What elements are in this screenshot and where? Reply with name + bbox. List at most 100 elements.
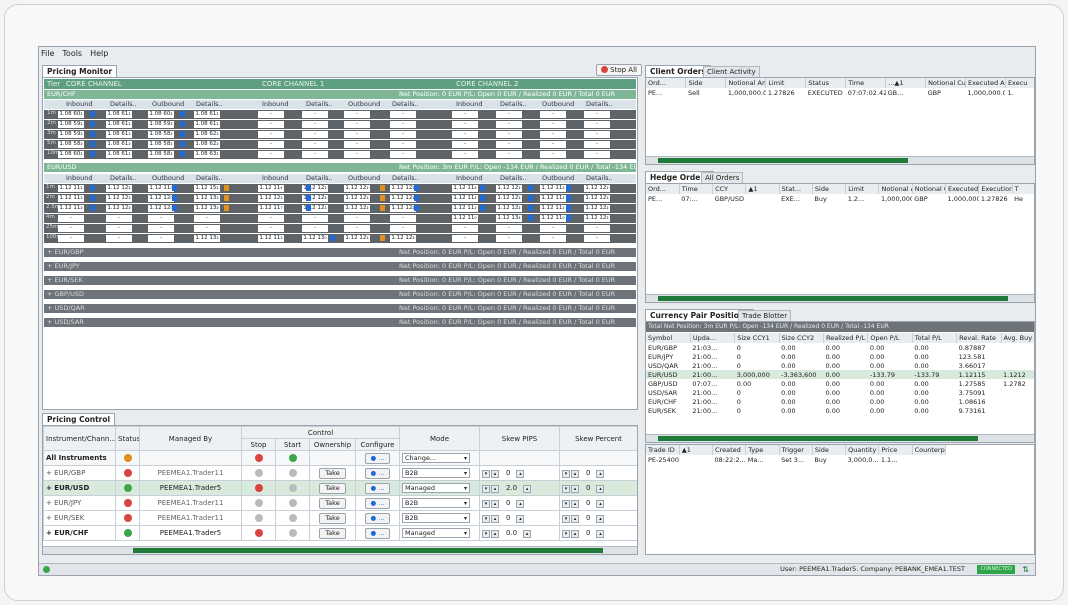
- menu-help[interactable]: Help: [90, 49, 108, 61]
- price-cell[interactable]: 1.08 61₂: [106, 141, 132, 148]
- price-cell[interactable]: 1.08 61₂: [106, 151, 132, 158]
- price-cell[interactable]: 1.08 60₂: [58, 151, 84, 158]
- configure-button[interactable]: ● ...: [364, 467, 391, 479]
- eurusd-section[interactable]: EUR/USD Net Position: 3m EUR P/L: Open -…: [44, 163, 636, 172]
- price-cell[interactable]: -: [344, 121, 370, 128]
- instrument-section[interactable]: + USD/QAR Net Position: 0 EUR P/L: Open 0…: [44, 304, 636, 313]
- configure-button[interactable]: ● ...: [364, 482, 391, 494]
- table-row[interactable]: USD/QAR 21:00... 0 0.00 0.00 0.00 0.00 3.66017: [646, 361, 1034, 370]
- table-row[interactable]: USD/SAR 21:00... 0 0.00 0.00 0.00 0.00 3.75091: [646, 388, 1034, 397]
- stepper-icon[interactable]: ▴: [516, 469, 525, 478]
- price-cell[interactable]: -: [496, 131, 522, 138]
- column-header[interactable]: Total P/L: [912, 333, 958, 343]
- price-cell[interactable]: 1.12 12₂: [584, 185, 610, 192]
- price-cell[interactable]: -: [344, 111, 370, 118]
- tab-pricing-control[interactable]: Pricing Control: [42, 413, 116, 425]
- start-cell[interactable]: [275, 480, 310, 496]
- price-cell[interactable]: -: [258, 215, 284, 222]
- price-cell[interactable]: -: [584, 131, 610, 138]
- price-cell[interactable]: 1.12 12₂: [390, 185, 416, 192]
- price-cell[interactable]: -: [496, 151, 522, 158]
- instrument-section[interactable]: + GBP/USD Net Position: 0 EUR P/L: Open 0…: [44, 290, 636, 299]
- stepper-icon[interactable]: ▾: [482, 529, 490, 538]
- price-cell[interactable]: 1.12 13₂: [194, 235, 220, 242]
- price-cell[interactable]: 1.08 63₂: [194, 151, 220, 158]
- price-cell[interactable]: 1.12 11₇: [258, 205, 284, 212]
- price-cell[interactable]: -: [496, 121, 522, 128]
- price-cell[interactable]: -: [584, 111, 610, 118]
- take-button[interactable]: Take: [319, 482, 346, 494]
- column-header[interactable]: Size CCY1: [734, 333, 780, 343]
- price-cell[interactable]: -: [452, 151, 478, 158]
- price-cell[interactable]: -: [302, 215, 328, 222]
- column-header[interactable]: Avg. Buy Pric: [1001, 333, 1034, 343]
- column-header[interactable]: Status: [805, 78, 847, 88]
- price-cell[interactable]: 1.12 11₂: [58, 195, 84, 202]
- price-cell[interactable]: -: [496, 225, 522, 232]
- instrument-section[interactable]: + USD/SAR Net Position: 0 EUR P/L: Open 0…: [44, 318, 636, 327]
- price-cell[interactable]: -: [106, 215, 132, 222]
- instrument-section[interactable]: + EUR/JPY Net Position: 0 EUR P/L: Open 0…: [44, 262, 636, 271]
- stepper-icon[interactable]: ▴: [491, 469, 499, 478]
- stepper-icon[interactable]: ▾: [562, 514, 570, 523]
- start-icon[interactable]: [288, 529, 297, 537]
- price-cell[interactable]: 1.12 11₀: [452, 215, 478, 222]
- stepper-icon[interactable]: ▴: [596, 469, 605, 478]
- price-cell[interactable]: -: [58, 215, 84, 222]
- price-cell[interactable]: -: [344, 225, 370, 232]
- start-icon[interactable]: [288, 484, 297, 492]
- column-header[interactable]: Limit: [765, 78, 807, 88]
- column-header[interactable]: Execu: [1005, 78, 1034, 88]
- column-header[interactable]: Ord...: [646, 184, 680, 194]
- price-cell[interactable]: 1.12 11₄: [452, 185, 478, 192]
- price-cell[interactable]: -: [496, 111, 522, 118]
- menu-file[interactable]: File: [41, 49, 54, 61]
- column-header[interactable]: Execution...: [978, 184, 1013, 194]
- price-cell[interactable]: 1.08 61₂: [106, 131, 132, 138]
- start-cell[interactable]: [275, 495, 310, 511]
- price-cell[interactable]: 1.08 58₂: [148, 141, 174, 148]
- stepper-icon[interactable]: ▴: [491, 499, 499, 508]
- price-cell[interactable]: 1.12 12₂: [584, 215, 610, 222]
- price-cell[interactable]: -: [584, 141, 610, 148]
- price-cell[interactable]: -: [540, 141, 566, 148]
- stepper-icon[interactable]: ▴: [523, 529, 532, 538]
- scroll-thumb[interactable]: [658, 158, 908, 163]
- price-cell[interactable]: -: [106, 225, 132, 232]
- table-row[interactable]: PE-2540064 08:22:2...Ma... Set 3... Buy 3,00…: [646, 455, 946, 464]
- column-header[interactable]: Side: [812, 184, 847, 194]
- price-cell[interactable]: 1.08 62₂: [194, 131, 220, 138]
- stepper-icon[interactable]: ▾: [562, 469, 570, 478]
- price-cell[interactable]: 1.08 58₂: [148, 151, 174, 158]
- price-cell[interactable]: -: [390, 131, 416, 138]
- table-row[interactable]: EUR/JPY 21:00... 0 0.00 0.00 0.00 0.00 123.581: [646, 352, 1034, 361]
- price-cell[interactable]: 1.12 12₂: [584, 195, 610, 202]
- price-cell[interactable]: -: [58, 235, 84, 242]
- stop-all-button[interactable]: Stop All: [596, 64, 642, 76]
- column-header[interactable]: ▲1: [679, 445, 714, 455]
- price-cell[interactable]: -: [390, 111, 416, 118]
- price-cell[interactable]: -: [452, 111, 478, 118]
- start-cell[interactable]: [275, 465, 310, 481]
- stepper-icon[interactable]: ▾: [482, 514, 490, 523]
- price-cell[interactable]: -: [344, 215, 370, 222]
- stop-icon[interactable]: [254, 499, 263, 507]
- column-header[interactable]: Notional Curr...: [925, 78, 966, 88]
- tab-pricing-monitor[interactable]: Pricing Monitor: [42, 65, 118, 77]
- table-row[interactable]: GBP/USD 07:07... 0.00 0.00 0.00 0.00 0.00 1.275…: [646, 379, 1034, 388]
- price-cell[interactable]: -: [540, 111, 566, 118]
- scroll-thumb[interactable]: [658, 436, 978, 441]
- price-cell[interactable]: 1.12 15₂: [194, 185, 220, 192]
- price-cell[interactable]: -: [540, 121, 566, 128]
- hedge-orders-scrollbar[interactable]: [646, 294, 1034, 302]
- price-cell[interactable]: 1.08 58₂: [58, 141, 84, 148]
- mode-dropdown[interactable]: B2B: [402, 468, 470, 478]
- price-cell[interactable]: -: [194, 225, 220, 232]
- price-cell[interactable]: -: [452, 131, 478, 138]
- stepper-icon[interactable]: ▴: [571, 469, 579, 478]
- column-header[interactable]: Type: [745, 445, 780, 455]
- column-header[interactable]: Symbol: [646, 333, 691, 343]
- column-header[interactable]: Notional Am...: [878, 184, 913, 194]
- price-cell[interactable]: 1.12 12₂: [106, 205, 132, 212]
- price-cell[interactable]: -: [302, 131, 328, 138]
